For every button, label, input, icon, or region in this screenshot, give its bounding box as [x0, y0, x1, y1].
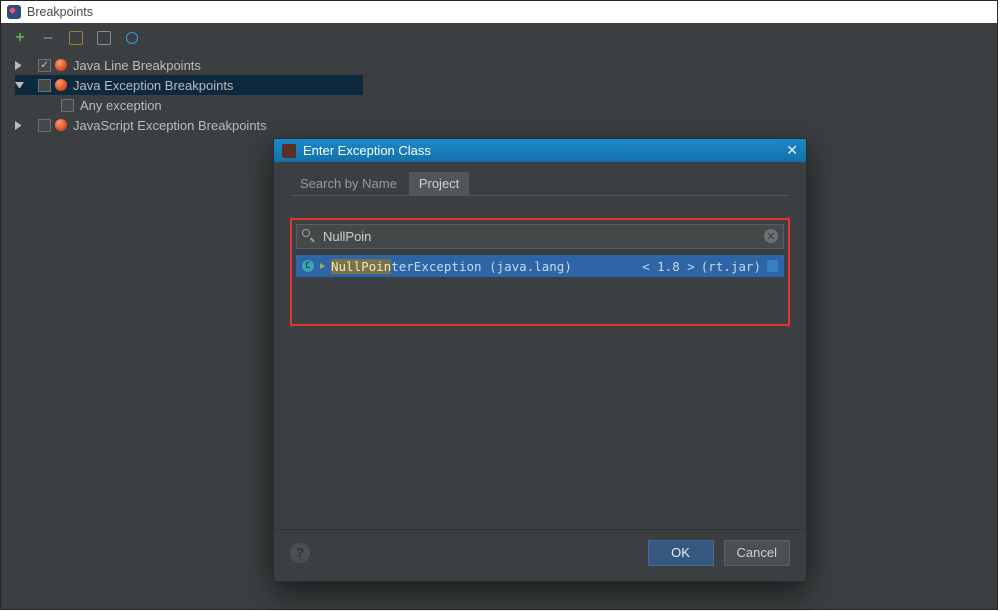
nav-icon	[320, 263, 325, 269]
breakpoint-icon	[55, 59, 67, 71]
dialog-footer: ? OK Cancel	[274, 529, 806, 581]
tree-label: Any exception	[80, 98, 162, 113]
tree-row-java-line[interactable]: ✓ Java Line Breakpoints	[15, 55, 997, 75]
dialog-titlebar[interactable]: Enter Exception Class ✕	[274, 139, 806, 162]
tab-project[interactable]: Project	[409, 172, 469, 195]
clear-icon[interactable]: ✕	[764, 229, 778, 243]
search-wrap: ✕	[296, 224, 784, 249]
titlebar[interactable]: Breakpoints	[1, 1, 997, 23]
dialog-title: Enter Exception Class	[303, 143, 431, 158]
tree-row-js-exception[interactable]: JavaScript Exception Breakpoints	[15, 115, 997, 135]
tree-label: JavaScript Exception Breakpoints	[73, 118, 267, 133]
result-package: (java.lang)	[489, 259, 572, 274]
search-area-highlight: ✕ C NullPointerException (java.lang) < 1…	[290, 218, 790, 326]
collapse-icon[interactable]	[15, 82, 24, 91]
breakpoint-icon	[55, 119, 67, 131]
checkbox[interactable]	[38, 119, 51, 132]
enter-exception-dialog: Enter Exception Class ✕ Search by Name P…	[273, 138, 807, 582]
cancel-button[interactable]: Cancel	[724, 540, 790, 566]
dialog-body: Search by Name Project ✕ C NullPointerEx…	[274, 162, 806, 529]
search-result-row[interactable]: C NullPointerException (java.lang) < 1.8…	[296, 255, 784, 277]
result-jar: (rt.jar)	[701, 259, 761, 274]
result-match: NullPoin	[331, 259, 391, 274]
result-rest: terException	[391, 259, 481, 274]
group-by-type-icon[interactable]	[67, 29, 85, 47]
help-icon[interactable]: ?	[290, 543, 310, 563]
checkbox[interactable]: ✓	[38, 59, 51, 72]
search-icon	[302, 229, 316, 243]
result-jdk: < 1.8 >	[642, 259, 695, 274]
view-options-icon[interactable]	[123, 29, 141, 47]
breakpoints-window: Breakpoints + − ✓ Java Line Breakpoints …	[0, 0, 998, 610]
breakpoints-tree: ✓ Java Line Breakpoints Java Exception B…	[1, 53, 997, 135]
tree-label: Java Line Breakpoints	[73, 58, 201, 73]
jar-icon	[767, 260, 778, 272]
dialog-icon	[282, 144, 296, 158]
app-icon	[7, 5, 21, 19]
remove-button[interactable]: −	[39, 29, 57, 47]
close-icon[interactable]: ✕	[786, 142, 798, 159]
tree-label: Java Exception Breakpoints	[73, 78, 233, 93]
checkbox[interactable]	[38, 79, 51, 92]
breakpoint-icon	[55, 79, 67, 91]
ok-button[interactable]: OK	[648, 540, 714, 566]
tree-row-java-exception[interactable]: Java Exception Breakpoints	[15, 75, 363, 95]
tree-row-any-exception[interactable]: Any exception	[15, 95, 997, 115]
expand-icon[interactable]	[15, 61, 24, 70]
class-icon: C	[302, 260, 314, 272]
search-input[interactable]	[296, 224, 784, 249]
group-by-file-icon[interactable]	[95, 29, 113, 47]
add-button[interactable]: +	[11, 29, 29, 47]
tab-search-by-name[interactable]: Search by Name	[290, 172, 407, 195]
window-title: Breakpoints	[27, 5, 93, 19]
toolbar: + −	[1, 23, 997, 53]
expand-icon[interactable]	[15, 121, 24, 130]
checkbox[interactable]	[61, 99, 74, 112]
dialog-tabs: Search by Name Project	[290, 172, 790, 196]
